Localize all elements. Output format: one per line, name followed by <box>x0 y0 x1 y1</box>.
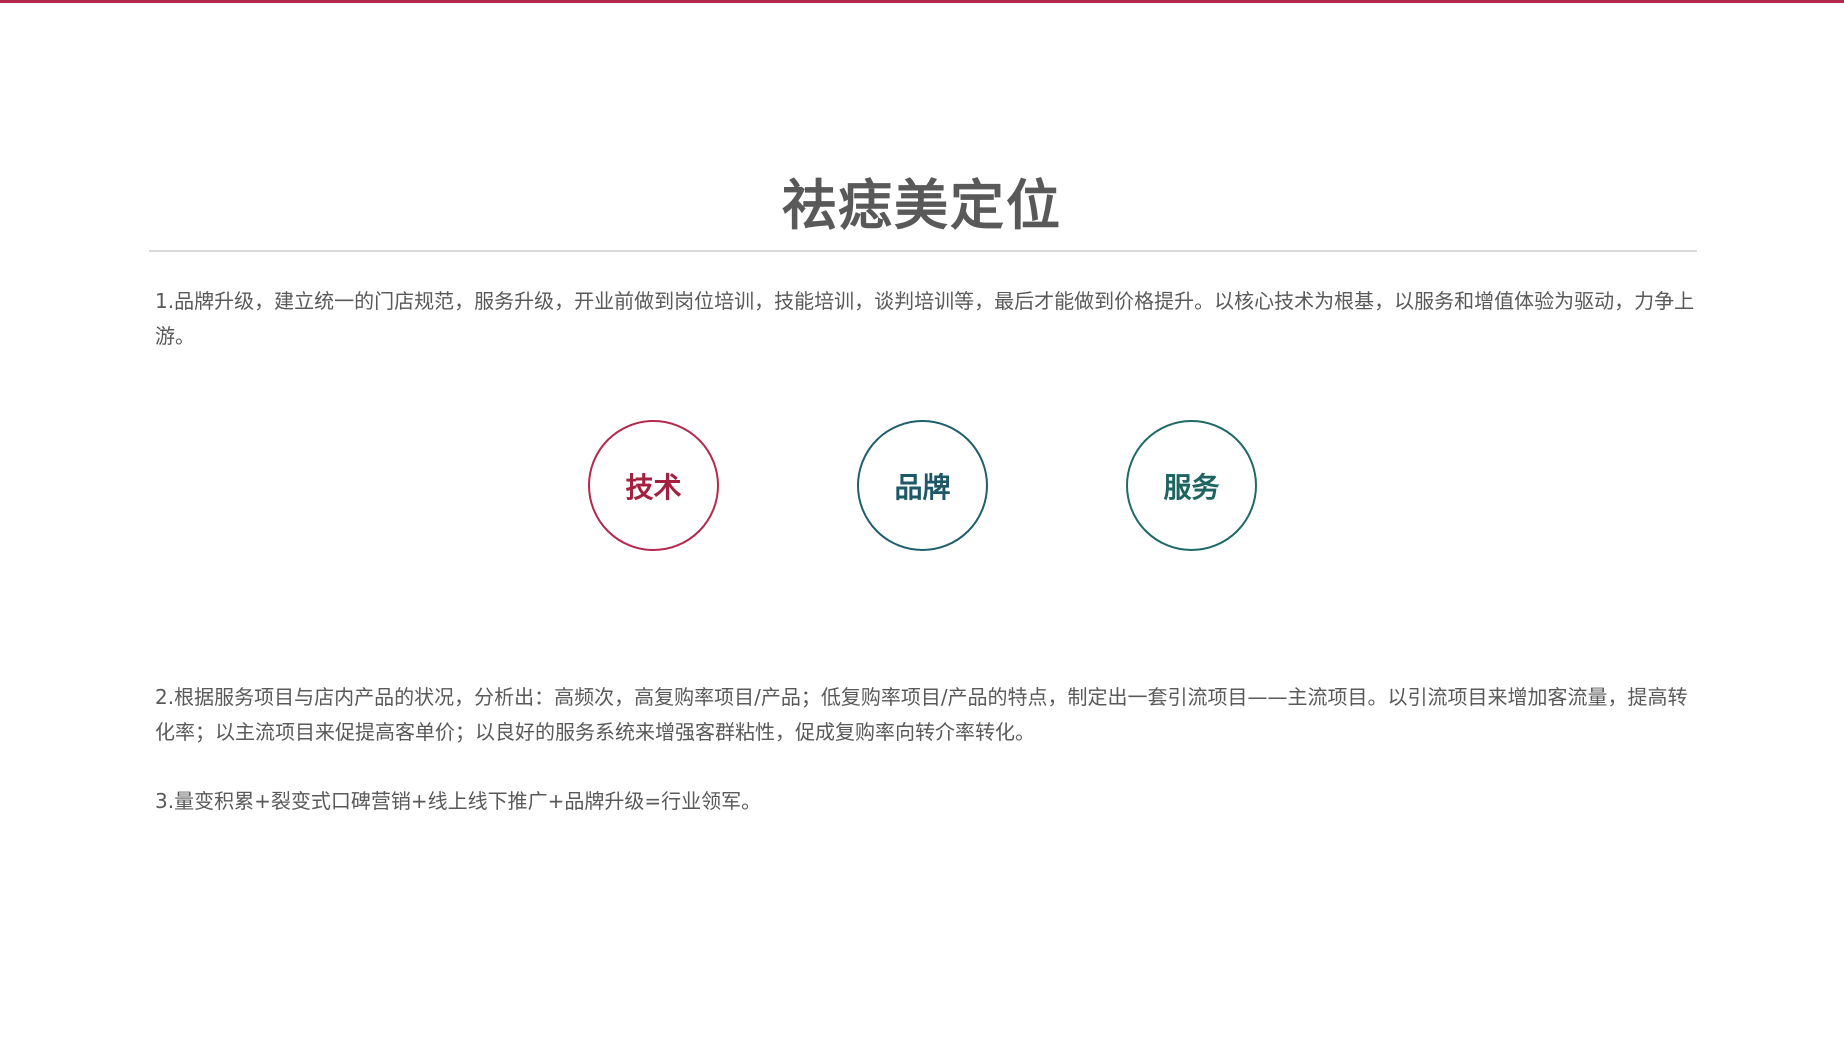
circle-technology: 技术 <box>588 420 719 551</box>
paragraph-2: 2.根据服务项目与店内产品的状况，分析出：高频次，高复购率项目/产品；低复购率项… <box>155 685 1688 744</box>
paragraph-3: 3.量变积累+裂变式口碑营销+线上线下推广+品牌升级=行业领军。 <box>155 789 762 813</box>
top-accent-bar <box>0 0 1844 3</box>
title-divider <box>149 250 1697 252</box>
circle-label-brand: 品牌 <box>894 470 951 504</box>
paragraph-1: 1.品牌升级，建立统一的门店规范，服务升级，开业前做到岗位培训，技能培训，谈判培… <box>155 289 1695 348</box>
circle-brand: 品牌 <box>857 420 988 551</box>
page-title: 祛痣美定位 <box>782 173 1062 237</box>
circle-service: 服务 <box>1126 420 1257 551</box>
circle-label-service: 服务 <box>1163 470 1220 504</box>
circle-label-technology: 技术 <box>625 470 682 504</box>
